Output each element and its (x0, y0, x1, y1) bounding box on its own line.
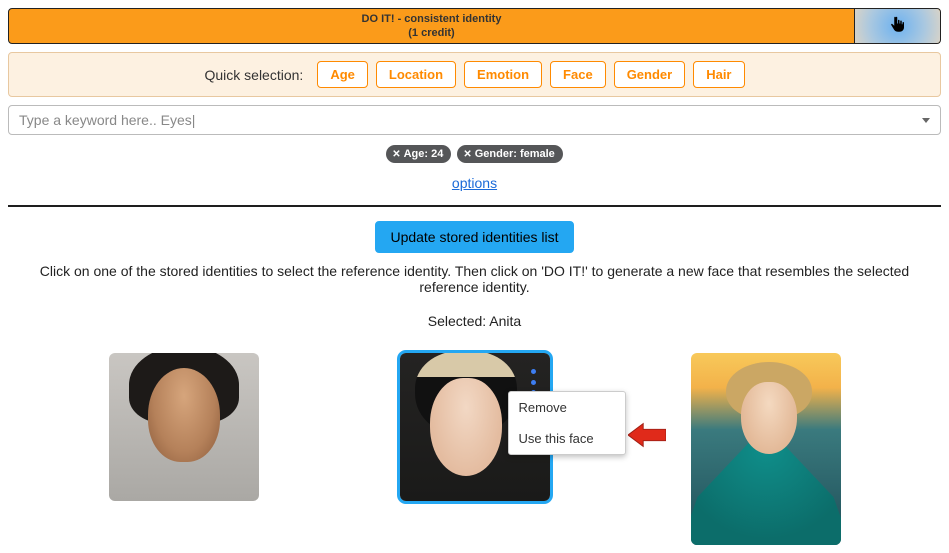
do-it-bar: DO IT! - consistent identity (1 credit) (8, 8, 941, 44)
chevron-down-icon (922, 118, 930, 123)
chip-face[interactable]: Face (550, 61, 606, 88)
chip-hair[interactable]: Hair (693, 61, 744, 88)
selected-row: Selected: Anita (8, 313, 941, 329)
do-it-button[interactable] (854, 9, 940, 43)
tag-gender[interactable]: ✕ Gender: female (457, 145, 562, 163)
tag-age[interactable]: ✕ Age: 24 (386, 145, 451, 163)
close-icon: ✕ (392, 149, 400, 160)
options-link[interactable]: options (452, 175, 497, 191)
quick-selection-row: Quick selection: Age Location Emotion Fa… (8, 52, 941, 97)
identity-card-3[interactable] (691, 353, 841, 545)
context-menu: Remove Use this face (508, 391, 626, 455)
identity-card-1[interactable] (109, 353, 259, 501)
chip-location[interactable]: Location (376, 61, 456, 88)
close-icon: ✕ (463, 149, 471, 160)
tag-label: Age: 24 (404, 148, 444, 160)
do-it-title: DO IT! - consistent identity (362, 12, 502, 26)
tags-row: ✕ Age: 24 ✕ Gender: female (8, 145, 941, 163)
do-it-credit: (1 credit) (408, 26, 454, 40)
quick-selection-label: Quick selection: (204, 67, 303, 83)
tag-label: Gender: female (475, 148, 555, 160)
selected-prefix: Selected: (428, 313, 490, 329)
identity-cards: Remove Use this face (8, 353, 941, 545)
chip-age[interactable]: Age (317, 61, 368, 88)
menu-item-use-this-face[interactable]: Use this face (509, 423, 625, 454)
identity-thumbnail (691, 353, 841, 545)
update-row: Update stored identities list (8, 221, 941, 253)
identity-thumbnail (109, 353, 259, 501)
instruction-text: Click on one of the stored identities to… (8, 263, 941, 295)
keyword-input[interactable]: Type a keyword here.. Eyes| (8, 105, 941, 135)
update-identities-button[interactable]: Update stored identities list (375, 221, 573, 253)
pointer-icon (889, 16, 907, 37)
options-row: options (8, 175, 941, 191)
selected-name: Anita (489, 313, 521, 329)
chip-gender[interactable]: Gender (614, 61, 686, 88)
divider (8, 205, 941, 207)
keyword-placeholder: Type a keyword here.. Eyes| (19, 112, 916, 128)
menu-item-remove[interactable]: Remove (509, 392, 625, 423)
identity-card-2-selected[interactable]: Remove Use this face (400, 353, 550, 501)
do-it-title-block: DO IT! - consistent identity (1 credit) (9, 9, 854, 43)
tutorial-arrow-icon (628, 421, 666, 449)
chip-emotion[interactable]: Emotion (464, 61, 542, 88)
